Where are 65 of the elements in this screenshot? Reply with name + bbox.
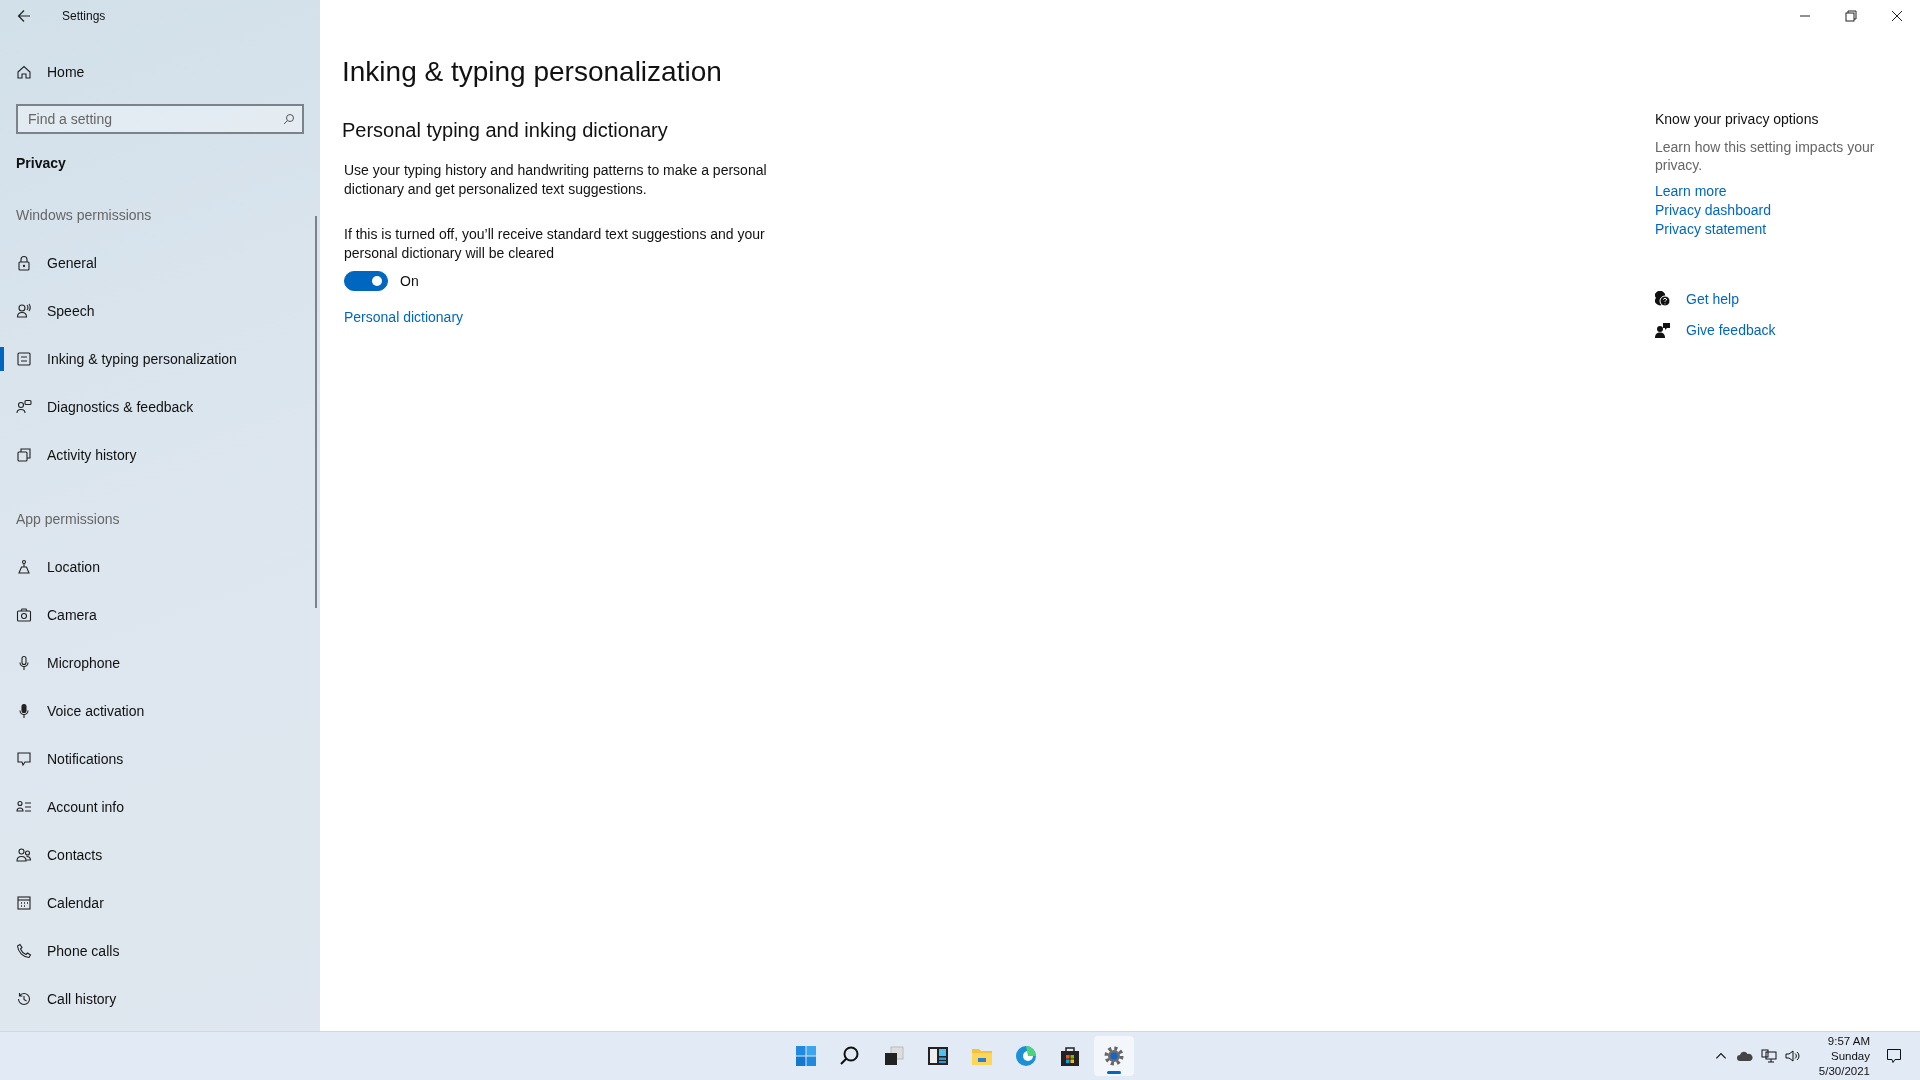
nav-item[interactable]: Calendar — [0, 879, 320, 927]
nav-item[interactable]: Contacts — [0, 831, 320, 879]
toggle-label: On — [400, 273, 419, 289]
section-heading: Personal typing and inking dictionary — [342, 118, 669, 143]
group-heading: Windows permissions — [15, 207, 153, 225]
nav-item[interactable]: Notifications — [0, 735, 320, 783]
search-field[interactable]: Find a setting — [16, 104, 304, 134]
description-text: Use your typing history and handwriting patterns to make a personal dictionary and get personalized text suggestions. — [344, 161, 768, 199]
nav-item[interactable]: Phone calls — [0, 927, 320, 975]
aside-heading: Know your privacy options — [1655, 111, 1819, 127]
cloud-icon[interactable] — [1736, 1049, 1753, 1063]
task-view-icon — [882, 1044, 906, 1068]
feedback-icon — [1655, 322, 1671, 338]
nav-item[interactable]: General — [0, 239, 320, 287]
diagnostics-icon — [16, 399, 32, 415]
list-box-icon — [16, 351, 32, 367]
lock-icon — [16, 255, 32, 271]
search-icon — [283, 113, 295, 125]
toggle-switch[interactable] — [344, 271, 388, 291]
nav-item[interactable]: Account info — [0, 783, 320, 831]
volume-icon[interactable] — [1784, 1049, 1801, 1063]
settings-icon — [1102, 1044, 1126, 1068]
history-icon — [16, 991, 32, 1007]
browser-icon — [1014, 1044, 1038, 1068]
notification-icon[interactable] — [1886, 1048, 1902, 1064]
nav-item[interactable]: Activity history — [0, 431, 320, 479]
activity-icon — [16, 447, 32, 463]
nav-item[interactable]: Camera — [0, 591, 320, 639]
back-icon[interactable] — [17, 9, 31, 23]
help-icon — [1655, 291, 1671, 307]
clock[interactable]: 9:57 AM Sunday 5/30/2021 — [1818, 1033, 1870, 1079]
phone-icon — [16, 943, 32, 959]
section-title: Privacy — [16, 155, 67, 173]
support-link[interactable]: Give feedback — [1686, 322, 1776, 338]
nav-item[interactable]: Speech — [0, 287, 320, 335]
home-link[interactable]: Home — [47, 64, 85, 80]
page-title: Inking & typing personalization — [342, 55, 723, 89]
camera-icon — [16, 607, 32, 623]
nav-item[interactable]: Diagnostics & feedback — [0, 383, 320, 431]
store-icon — [1058, 1044, 1082, 1068]
nav-item[interactable]: Voice activation — [0, 687, 320, 735]
support-link[interactable]: Get help — [1686, 291, 1739, 307]
note-text: If this is turned off, you’ll receive standard text suggestions and your personal dictionary will be cleared — [344, 225, 766, 263]
privacy-link[interactable]: Privacy statement — [1655, 220, 1767, 239]
start-icon — [794, 1044, 818, 1068]
contacts-icon — [16, 847, 32, 863]
scrollbar[interactable] — [315, 216, 317, 608]
aside-text: Learn how this setting impacts your privacy. — [1655, 138, 1876, 174]
nav-item[interactable]: Location — [0, 543, 320, 591]
nav-item[interactable]: Call history — [0, 975, 320, 1023]
account-icon — [16, 799, 32, 815]
location-icon — [16, 559, 32, 575]
nav-item[interactable]: Microphone — [0, 639, 320, 687]
notification-icon — [16, 751, 32, 767]
privacy-link[interactable]: Learn more — [1655, 182, 1727, 201]
speech-icon — [16, 303, 32, 319]
dictionary-link[interactable]: Personal dictionary — [344, 309, 464, 325]
widgets-icon — [926, 1044, 950, 1068]
group-heading: App permissions — [15, 511, 121, 529]
network-icon[interactable] — [1760, 1049, 1777, 1063]
privacy-link[interactable]: Privacy dashboard — [1655, 201, 1771, 220]
window-title: Settings — [62, 9, 106, 23]
nav-item[interactable]: Inking & typing personalization — [0, 335, 320, 383]
calendar-icon — [16, 895, 32, 911]
home-icon — [16, 64, 32, 80]
